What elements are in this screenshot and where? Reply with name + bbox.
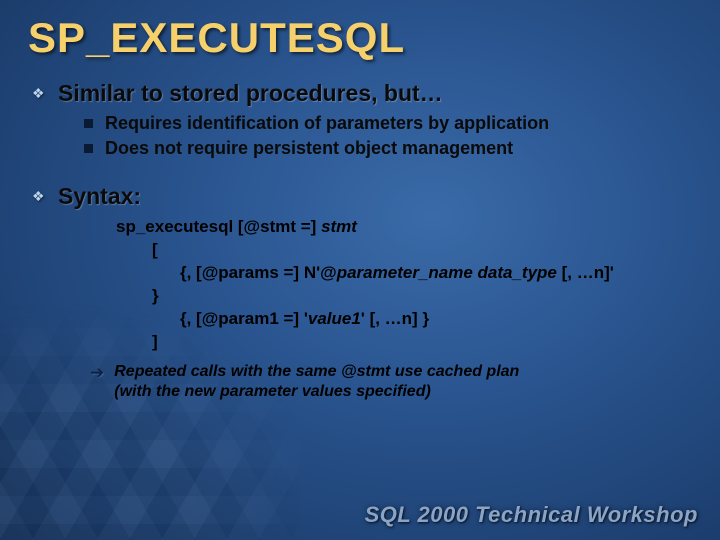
bullet-level2: Requires identification of parameters by…	[84, 113, 692, 134]
syntax-line: sp_executesql [@stmt =] stmt	[116, 216, 692, 239]
syntax-line: {, [@param1 =] 'value1' [, …n] }	[180, 308, 692, 331]
square-bullet-icon	[84, 119, 93, 128]
note-line: (with the new parameter values specified…	[114, 383, 431, 400]
syntax-keyword: [, …n]'	[557, 263, 614, 282]
bullet-level2: Does not require persistent object manag…	[84, 138, 692, 159]
syntax-italic: parameter_name data_type	[337, 263, 557, 282]
bullet-level1: ❖ Similar to stored procedures, but…	[32, 80, 692, 107]
arrow-icon: ➔	[90, 363, 104, 383]
diamond-bullet-icon: ❖	[32, 86, 46, 100]
note-text: Repeated calls with the same @stmt use c…	[114, 362, 519, 404]
syntax-line: {, [@params =] N'@parameter_name data_ty…	[180, 262, 692, 285]
syntax-keyword: {, [@param1 =] '	[180, 309, 308, 328]
syntax-block: sp_executesql [@stmt =] stmt [ {, [@para…	[116, 216, 692, 354]
square-bullet-icon	[84, 144, 93, 153]
syntax-italic: stmt	[321, 217, 357, 236]
syntax-keyword: {, [@params =] N'@	[180, 263, 337, 282]
footer-branding: SQL 2000 Technical Workshop	[365, 502, 698, 528]
slide-title: SP_EXECUTESQL	[28, 14, 692, 62]
syntax-line: }	[152, 285, 692, 308]
bullet-text: Requires identification of parameters by…	[105, 113, 549, 134]
bullet-text: Syntax:	[58, 183, 141, 210]
note-line: Repeated calls with the same @stmt use c…	[114, 363, 519, 380]
syntax-keyword: ' [, …n] }	[361, 309, 429, 328]
syntax-line: [	[152, 239, 692, 262]
syntax-keyword: sp_executesql [@stmt =]	[116, 217, 321, 236]
syntax-line: ]	[152, 331, 692, 354]
syntax-italic: value1	[308, 309, 361, 328]
bullet-text: Does not require persistent object manag…	[105, 138, 513, 159]
bullet-level1: ❖ Syntax:	[32, 183, 692, 210]
note-row: ➔ Repeated calls with the same @stmt use…	[90, 362, 692, 404]
slide: SP_EXECUTESQL ❖ Similar to stored proced…	[0, 0, 720, 540]
bullet-text: Similar to stored procedures, but…	[58, 80, 443, 107]
diamond-bullet-icon: ❖	[32, 189, 46, 203]
